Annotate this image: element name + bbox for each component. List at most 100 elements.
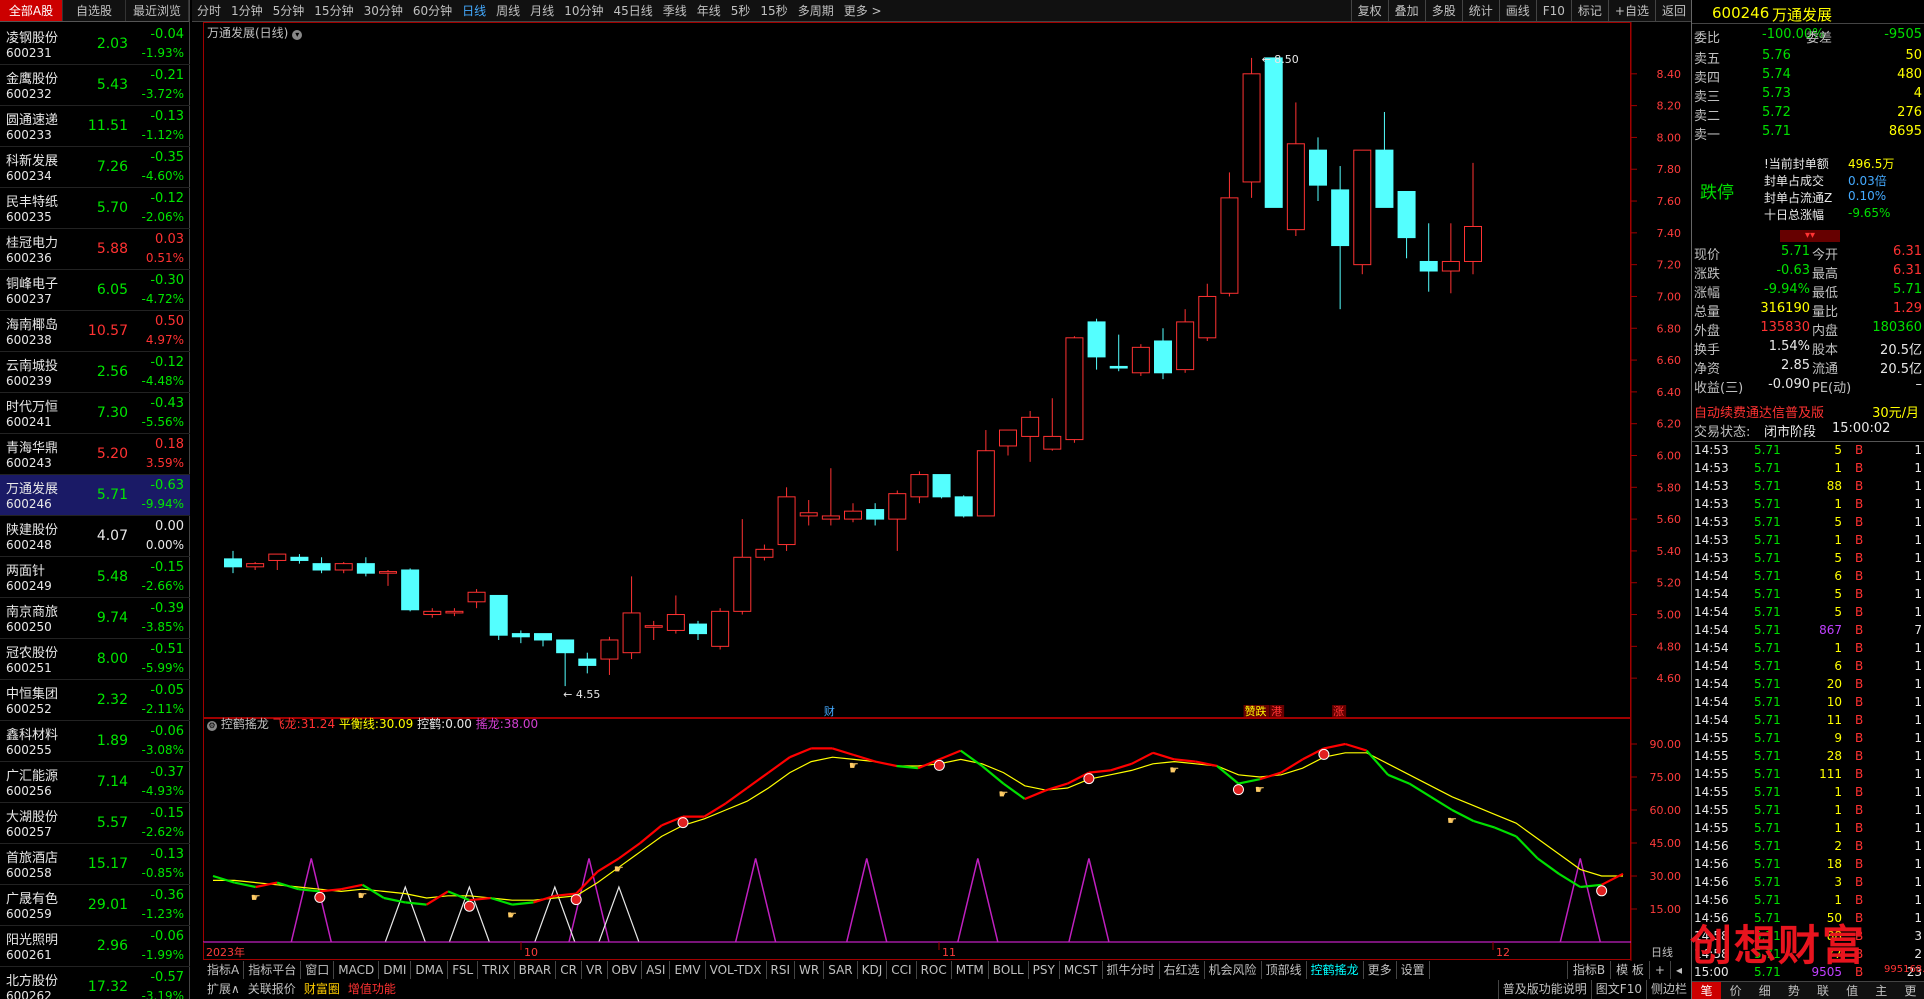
stock-row[interactable]: 凌钢股份 600231 2.03 -0.04 -1.93%	[0, 24, 190, 65]
indicator-tab[interactable]: KDJ	[858, 961, 888, 979]
stock-row[interactable]: 科新发展 600234 7.26 -0.35 -4.60%	[0, 147, 190, 188]
chevron-down-icon[interactable]: ▾	[292, 30, 303, 40]
stock-row[interactable]: 民丰特纸 600235 5.70 -0.12 -2.06%	[0, 188, 190, 229]
settings-dot-icon[interactable]: ⚙	[207, 721, 217, 731]
indicator-tab[interactable]: MCST	[1060, 961, 1103, 979]
stock-row[interactable]: 阳光照明 600261 2.96 -0.06 -1.99%	[0, 926, 190, 967]
bottom-bar-item[interactable]: 关联报价	[244, 980, 300, 999]
indicator-tab[interactable]: 窗口	[301, 961, 335, 979]
quote-bottom-tab[interactable]: 笔	[1692, 982, 1722, 999]
indicator-tab[interactable]: MTM	[952, 961, 989, 979]
indicator-tab[interactable]: VR	[582, 961, 608, 979]
collapse-icon[interactable]: ▾▾	[1780, 230, 1840, 242]
period-button[interactable]: 季线	[658, 0, 692, 22]
tab-recent[interactable]: 最近浏览	[126, 0, 189, 21]
bottom-bar-item[interactable]: 扩展∧	[203, 980, 244, 999]
indicator-right-tab[interactable]: 模 板	[1610, 961, 1649, 979]
bottom-bar-item[interactable]: 增值功能	[344, 980, 400, 999]
stock-row[interactable]: 首旅酒店 600258 15.17 -0.13 -0.85%	[0, 844, 190, 885]
indicator-tab[interactable]: BRAR	[515, 961, 557, 979]
period-button[interactable]: 月线	[525, 0, 559, 22]
indicator-tab[interactable]: 设置	[1397, 961, 1430, 979]
indicator-tab[interactable]: ASI	[642, 961, 671, 979]
indicator-tab[interactable]: 顶部线	[1262, 961, 1307, 979]
stock-row[interactable]: 广汇能源 600256 7.14 -0.37 -4.93%	[0, 762, 190, 803]
period-button[interactable]: 日线	[457, 0, 491, 22]
bottom-bar-item[interactable]: 财富圈	[300, 980, 344, 999]
period-button[interactable]: 周线	[491, 0, 525, 22]
tool-button[interactable]: +自选	[1607, 0, 1655, 22]
bottom-bar-right-item[interactable]: 侧边栏	[1645, 980, 1691, 999]
stock-row[interactable]: 广晟有色 600259 29.01 -0.36 -1.23%	[0, 885, 190, 926]
stock-row[interactable]: 铜峰电子 600237 6.05 -0.30 -4.72%	[0, 270, 190, 311]
stock-row[interactable]: 青海华鼎 600243 5.20 0.18 3.59%	[0, 434, 190, 475]
stock-row[interactable]: 桂冠电力 600236 5.88 0.03 0.51%	[0, 229, 190, 270]
stock-row[interactable]: 陕建股份 600248 4.07 0.00 0.00%	[0, 516, 190, 557]
stock-row[interactable]: 万通发展 600246 5.71 -0.63 -9.94%	[0, 475, 190, 516]
period-button[interactable]: 更多 >	[839, 0, 887, 22]
indicator-tab[interactable]: 指标A	[203, 961, 245, 979]
period-button[interactable]: 15秒	[755, 0, 792, 22]
event-marker[interactable]: 财	[824, 704, 835, 718]
tool-button[interactable]: 画线	[1498, 0, 1536, 22]
indicator-right-tab[interactable]: +	[1648, 961, 1670, 979]
indicator-tab[interactable]: 控鹤搖龙	[1307, 961, 1364, 979]
stock-row[interactable]: 冠农股份 600251 8.00 -0.51 -5.99%	[0, 639, 190, 680]
tool-button[interactable]: 多股	[1424, 0, 1462, 22]
chart-area[interactable]: 8.40 8.20 8.00 7.80 7.60 7.40 7.20 7.00 6.80 6.60…	[203, 22, 1691, 966]
indicator-tab[interactable]: EMV	[670, 961, 706, 979]
event-marker[interactable]: 赞跌	[1245, 704, 1267, 718]
indicator-tab[interactable]: CCI	[887, 961, 917, 979]
event-marker[interactable]: 涨	[1333, 705, 1344, 718]
indicator-tab[interactable]: RSI	[767, 961, 796, 979]
tab-all-a-shares[interactable]: 全部A股	[0, 0, 63, 21]
stock-row[interactable]: 海南椰岛 600238 10.57 0.50 4.97%	[0, 311, 190, 352]
period-button[interactable]: 5秒	[726, 0, 756, 22]
indicator-tab[interactable]: 右红选	[1160, 961, 1205, 979]
tool-button[interactable]: 统计	[1461, 0, 1499, 22]
stock-row[interactable]: 金鹰股份 600232 5.43 -0.21 -3.72%	[0, 65, 190, 106]
quote-bottom-tab[interactable]: 势	[1779, 982, 1808, 999]
indicator-tab[interactable]: MACD	[334, 961, 380, 979]
indicator-tab[interactable]: DMI	[379, 961, 412, 979]
stock-row[interactable]: 两面针 600249 5.48 -0.15 -2.66%	[0, 557, 190, 598]
tool-button[interactable]: 标记	[1570, 0, 1608, 22]
stock-row[interactable]: 大湖股份 600257 5.57 -0.15 -2.62%	[0, 803, 190, 844]
indicator-right-tab[interactable]: 指标B	[1566, 961, 1610, 979]
quote-bottom-tab[interactable]: 细	[1750, 982, 1779, 999]
indicator-tab[interactable]: 更多	[1364, 961, 1397, 979]
indicator-tab[interactable]: WR	[795, 961, 825, 979]
quote-bottom-tab[interactable]: 价	[1721, 982, 1750, 999]
quote-bottom-tab[interactable]: 更	[1896, 982, 1924, 999]
indicator-tab[interactable]: OBV	[608, 961, 643, 979]
period-button[interactable]: 1分钟	[226, 0, 268, 22]
indicator-tab[interactable]: DMA	[411, 961, 449, 979]
stock-row[interactable]: 时代万恒 600241 7.30 -0.43 -5.56%	[0, 393, 190, 434]
indicator-right-tab[interactable]: ◂	[1669, 961, 1687, 979]
indicator-tab[interactable]: ROC	[917, 961, 952, 979]
stock-row[interactable]: 中恒集团 600252 2.32 -0.05 -2.11%	[0, 680, 190, 721]
period-button[interactable]: 60分钟	[408, 0, 457, 22]
event-marker[interactable]: 港	[1271, 705, 1282, 718]
indicator-tab[interactable]: BOLL	[989, 961, 1029, 979]
period-button[interactable]: 多周期	[793, 0, 839, 22]
stock-row[interactable]: 南京商旅 600250 9.74 -0.39 -3.85%	[0, 598, 190, 639]
bottom-bar-right-item[interactable]: 图文F10	[1590, 980, 1646, 999]
stock-row[interactable]: 圆通速递 600233 11.51 -0.13 -1.12%	[0, 106, 190, 147]
indicator-tab[interactable]: VOL-TDX	[706, 961, 767, 979]
period-button[interactable]: 分时	[192, 0, 226, 22]
indicator-tab[interactable]: FSL	[448, 961, 479, 979]
period-button[interactable]: 15分钟	[309, 0, 358, 22]
bottom-bar-right-item[interactable]: 普及版功能说明	[1497, 980, 1591, 999]
indicator-tab[interactable]: 抓牛分时	[1103, 961, 1160, 979]
stock-row[interactable]: 北方股份 600262 17.32 -0.57 -3.19%	[0, 967, 190, 999]
stock-row[interactable]: 云南城投 600239 2.56 -0.12 -4.48%	[0, 352, 190, 393]
tool-button[interactable]: 复权	[1350, 0, 1388, 22]
quote-bottom-tab[interactable]: 主	[1867, 982, 1896, 999]
indicator-tab[interactable]: 机会风险	[1205, 961, 1262, 979]
indicator-tab[interactable]: CR	[556, 961, 582, 979]
indicator-tab[interactable]: TRIX	[478, 961, 515, 979]
indicator-tab[interactable]: SAR	[824, 961, 858, 979]
period-button[interactable]: 30分钟	[359, 0, 408, 22]
tool-button[interactable]: F10	[1535, 0, 1571, 22]
